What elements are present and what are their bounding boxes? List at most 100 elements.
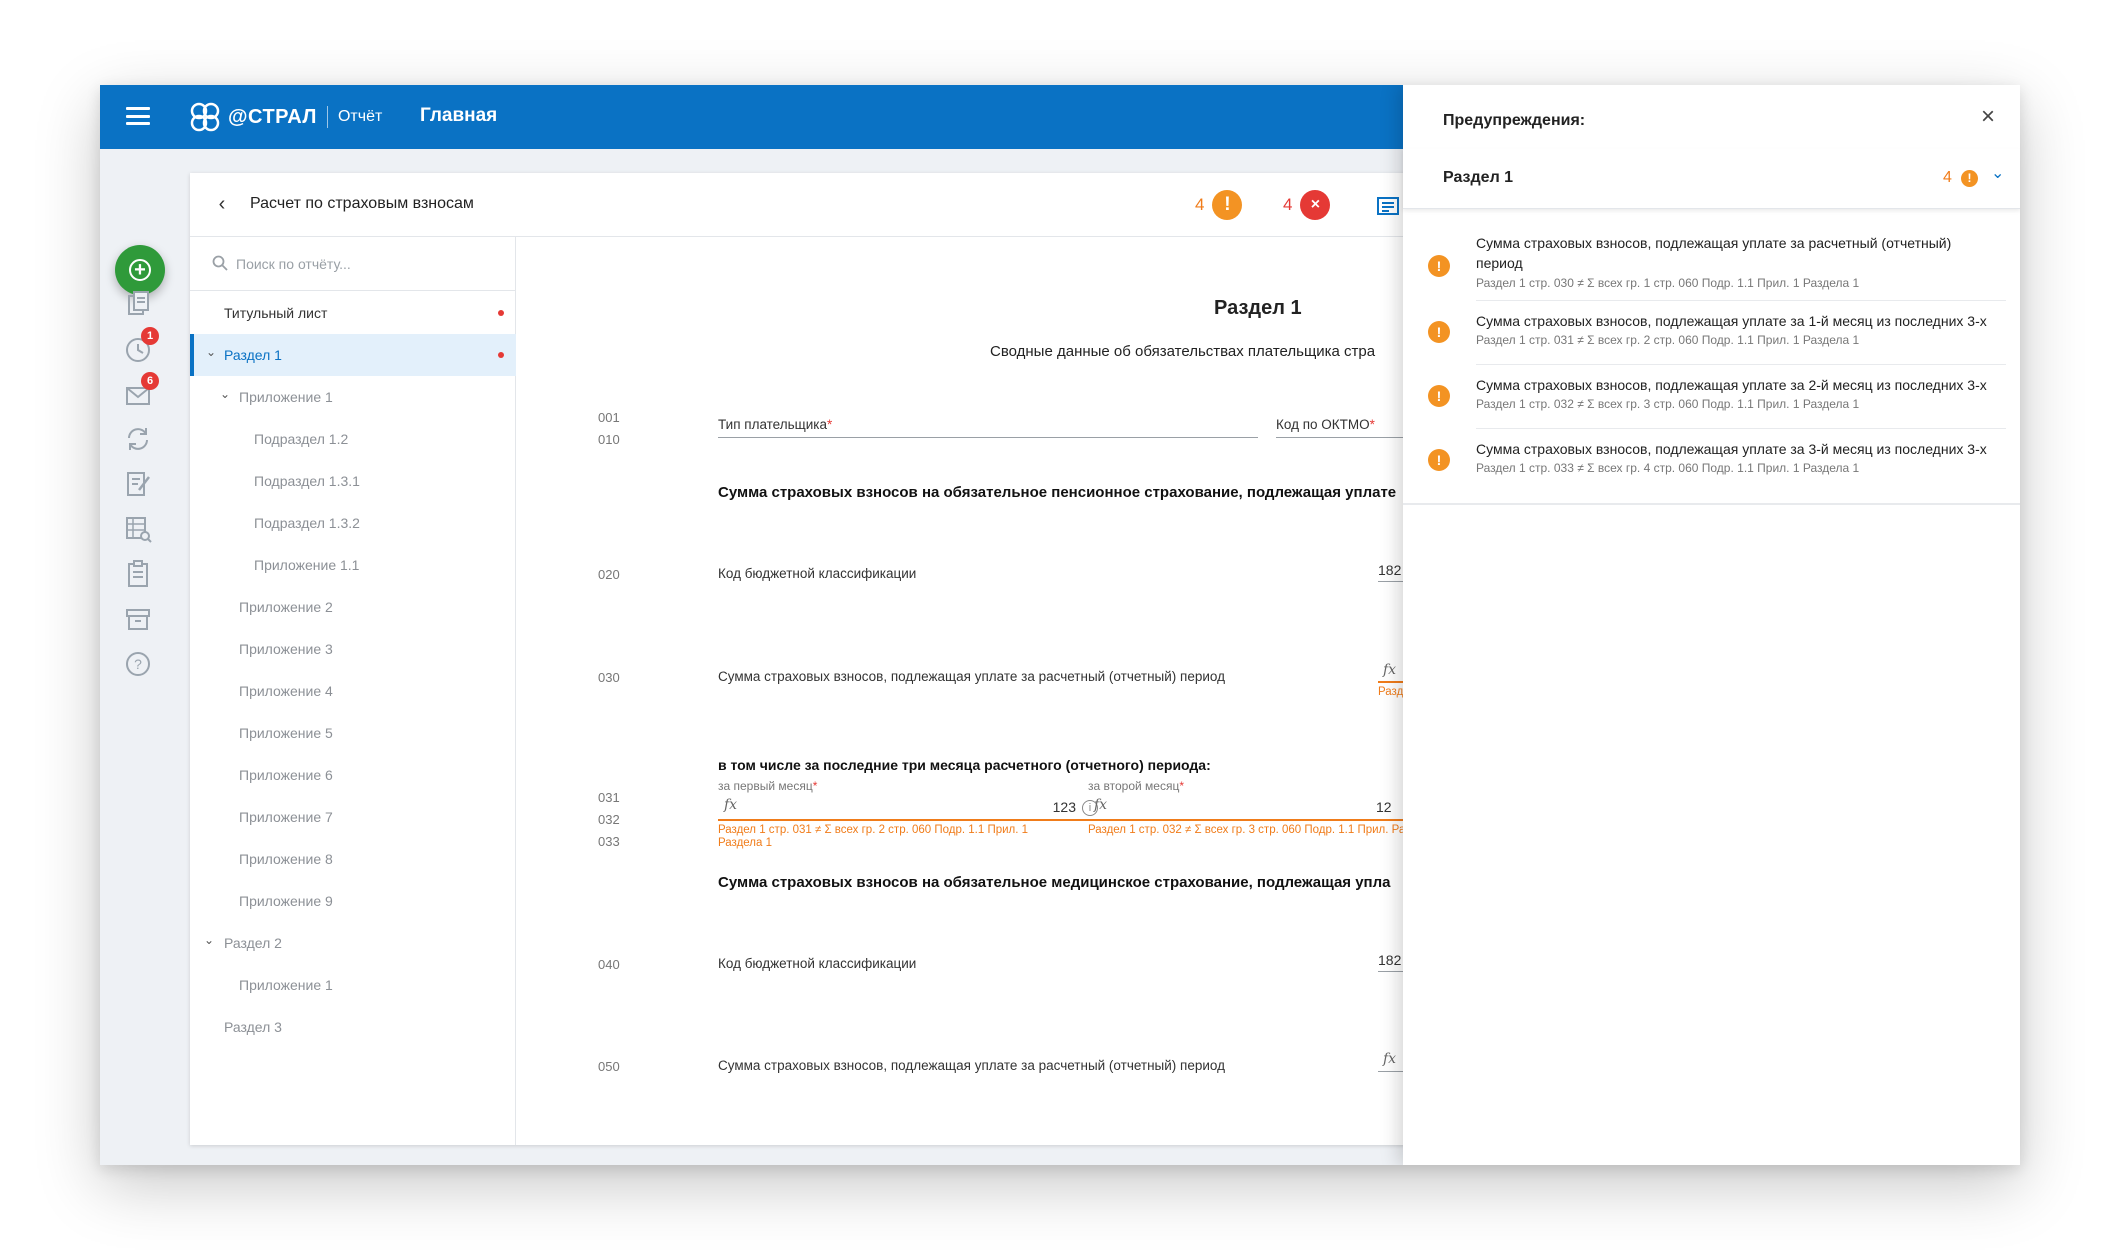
panel-section-count: 4 (1943, 169, 1952, 186)
tree-item-appendix-2[interactable]: Приложение 2 (190, 586, 516, 628)
formula-icon[interactable]: fx (1383, 662, 1396, 678)
help-icon[interactable]: ? (122, 648, 154, 680)
tree-item-section-3[interactable]: Раздел 3 (190, 1006, 516, 1048)
first-month-field[interactable] (718, 819, 1098, 821)
required-mark: * (1369, 417, 1375, 432)
table-search-icon[interactable] (122, 513, 154, 545)
back-button[interactable]: ‹ (210, 193, 234, 217)
tree-item-appendix-7[interactable]: Приложение 7 (190, 796, 516, 838)
tree-item-appendix-5[interactable]: Приложение 5 (190, 712, 516, 754)
warning-item[interactable]: ! Сумма страховых взносов, подлежащая уп… (1403, 435, 2020, 499)
tree-item-subsection-1-2[interactable]: Подраздел 1.2 (190, 418, 516, 460)
second-month-field[interactable] (1088, 819, 1408, 821)
warnings-count: 4 (1195, 195, 1205, 214)
second-month-value[interactable]: 12 (1376, 799, 1406, 815)
field-error: Раздел 1 стр. 032 ≠ Σ всех гр. 3 стр. 06… (1088, 824, 1408, 836)
page-title[interactable]: Главная (420, 105, 497, 127)
document-view-icon[interactable] (1375, 193, 1401, 219)
mail-icon[interactable]: 6 (122, 372, 159, 410)
tree-item-label: Раздел 3 (224, 1019, 282, 1035)
tree-item-appendix-9[interactable]: Приложение 9 (190, 880, 516, 922)
tree-item-label: Титульный лист (224, 305, 328, 321)
kbk-value-2[interactable]: 182 (1378, 952, 1401, 968)
plus-icon: + (129, 259, 151, 281)
tree-item-appendix-3[interactable]: Приложение 3 (190, 628, 516, 670)
payer-type-field[interactable] (718, 437, 1258, 438)
divider (1476, 364, 2006, 365)
close-icon[interactable]: × (1974, 103, 2002, 131)
errors-counter[interactable]: 4 × (1283, 190, 1331, 220)
tree-item-label: Приложение 3 (239, 641, 333, 657)
panel-section-name: Раздел 1 (1443, 169, 1514, 186)
chevron-down-icon[interactable]: ⌄ (218, 387, 232, 401)
line-code: 040 (598, 957, 620, 972)
line-code: 031 (598, 790, 620, 805)
tree-item-label: Приложение 6 (239, 767, 333, 783)
errors-count: 4 (1283, 195, 1293, 214)
history-badge: 1 (141, 327, 159, 345)
tree-item-label: Подраздел 1.3.2 (254, 515, 360, 531)
tree-item-appendix-1[interactable]: ⌄ Приложение 1 (190, 376, 516, 418)
chevron-down-icon[interactable]: ⌄ (202, 933, 216, 947)
oktmo-field[interactable] (1276, 437, 1406, 438)
formula-icon[interactable]: fx (1094, 797, 1107, 813)
tree-item-label: Приложение 1.1 (254, 557, 360, 573)
required-mark: * (827, 417, 833, 432)
tree-item-appendix-4[interactable]: Приложение 4 (190, 670, 516, 712)
line-code: 010 (598, 432, 620, 447)
field-error: Раздел 1 стр. 031 ≠ Σ всех гр. 2 стр. 06… (718, 824, 1029, 849)
first-month-label: за первый месяц* (718, 779, 817, 793)
documents-icon[interactable] (122, 288, 154, 320)
warning-item[interactable]: ! Сумма страховых взносов, подлежащая уп… (1403, 307, 2020, 371)
warning-title: Сумма страховых взносов, подлежащая упла… (1476, 235, 1952, 271)
oktmo-label-text: Код по ОКТМО (1276, 417, 1370, 432)
tree-item-label: Подраздел 1.3.1 (254, 473, 360, 489)
tree-item-label: Раздел 2 (224, 935, 282, 951)
warnings-counter[interactable]: 4 ! (1195, 190, 1243, 220)
tree-item-appendix-8[interactable]: Приложение 8 (190, 838, 516, 880)
section-subtitle: Сводные данные об обязательствах платель… (990, 343, 1376, 360)
clipboard-icon[interactable] (122, 558, 154, 590)
warning-icon: ! (1428, 255, 1450, 277)
archive-icon[interactable] (122, 603, 154, 635)
warning-icon: ! (1428, 449, 1450, 471)
tree-item-section-2-appendix-1[interactable]: Приложение 1 (190, 964, 516, 1006)
tree-item-section-2[interactable]: ⌄ Раздел 2 (190, 922, 516, 964)
tree-item-subsection-1-3-2[interactable]: Подраздел 1.3.2 (190, 502, 516, 544)
warning-rule: Раздел 1 стр. 030 ≠ Σ всех гр. 1 стр. 06… (1476, 276, 1860, 290)
formula-icon[interactable]: fx (724, 797, 737, 813)
sync-icon[interactable] (122, 423, 154, 455)
warning-icon: ! (1961, 170, 1978, 187)
tree-item-label: Приложение 1 (239, 977, 333, 993)
tree-item-section-1[interactable]: ⌄ Раздел 1 (190, 334, 516, 376)
tree-item-subsection-1-3-1[interactable]: Подраздел 1.3.1 (190, 460, 516, 502)
astral-logo-icon (190, 102, 220, 132)
left-rail: + 1 6 ? (100, 149, 182, 1165)
logo-name: @СТРАЛ (228, 105, 317, 128)
warning-rule: Раздел 1 стр. 033 ≠ Σ всех гр. 4 стр. 06… (1476, 461, 1860, 475)
logo[interactable]: @СТРАЛ Отчёт (188, 98, 382, 136)
app-window: @СТРАЛ Отчёт Главная + 1 6 ? ‹ Расчет по… (100, 85, 2020, 1165)
search-input[interactable] (236, 251, 496, 277)
medical-block-title: Сумма страховых взносов на обязательное … (718, 874, 1391, 891)
required-mark: * (1179, 779, 1185, 793)
warning-item[interactable]: ! Сумма страховых взносов, подлежащая уп… (1403, 371, 2020, 435)
tree-item-appendix-6[interactable]: Приложение 6 (190, 754, 516, 796)
line-code: 020 (598, 567, 620, 582)
warning-item[interactable]: ! Сумма страховых взносов, подлежащая уп… (1403, 225, 2020, 290)
panel-section-header[interactable]: Раздел 1 4 ! ⌄ (1403, 149, 2020, 209)
chevron-down-icon[interactable]: ⌄ (204, 345, 218, 359)
first-month-value[interactable]: 123 (1036, 799, 1076, 815)
kbk-label-2: Код бюджетной классификации (718, 956, 917, 971)
formula-icon[interactable]: fx (1383, 1051, 1396, 1067)
tree-item-appendix-1-1[interactable]: Приложение 1.1 (190, 544, 516, 586)
kbk-value[interactable]: 182 (1378, 562, 1401, 578)
tree-item-label: Приложение 4 (239, 683, 333, 699)
warning-title: Сумма страховых взносов, подлежащая упла… (1476, 313, 1987, 329)
history-icon[interactable]: 1 (122, 327, 159, 365)
chevron-down-icon[interactable]: ⌄ (1991, 163, 2004, 183)
edit-document-icon[interactable] (122, 468, 154, 500)
tree-item-title-page[interactable]: Титульный лист (190, 292, 516, 334)
first-month-label-text: за первый месяц (718, 779, 813, 793)
menu-icon[interactable] (126, 107, 150, 125)
